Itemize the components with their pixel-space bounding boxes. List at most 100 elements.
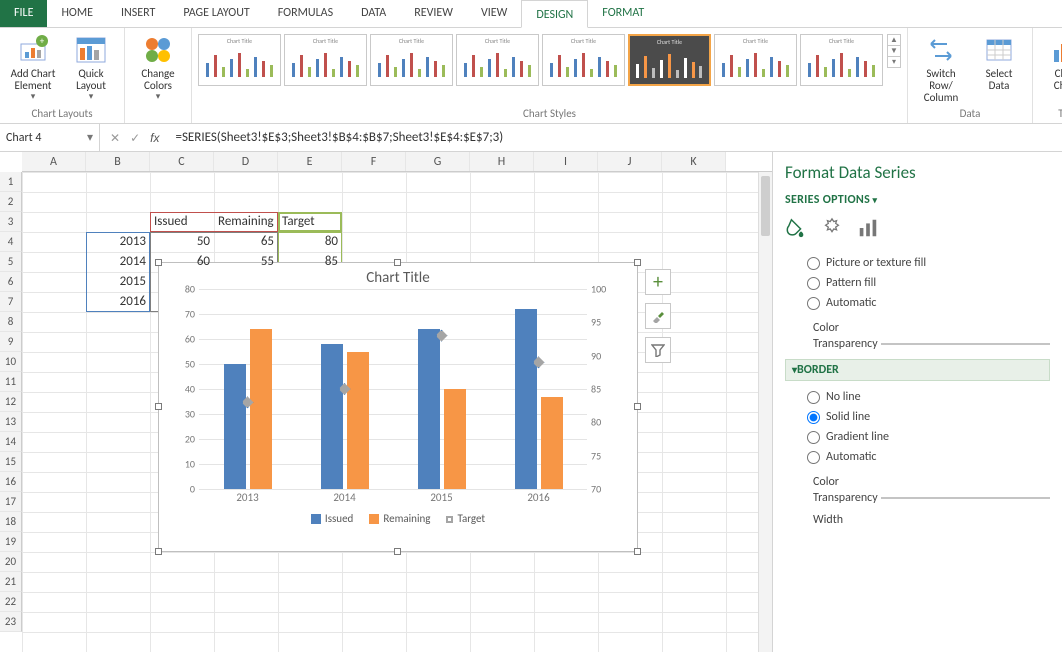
cell[interactable]: 2015 [86,272,150,292]
row-header[interactable]: 14 [0,432,22,452]
row-header[interactable]: 21 [0,572,22,592]
resize-handle[interactable] [155,548,162,555]
row-header[interactable]: 6 [0,272,22,292]
tab-file[interactable]: FILE [0,0,47,27]
row-header[interactable]: 12 [0,392,22,412]
row-header[interactable]: 13 [0,412,22,432]
category-label[interactable]: 2016 [490,491,587,504]
border-transparency-slider[interactable]: Transparency [813,491,1050,505]
border-section-header[interactable]: BORDER [785,359,1050,381]
row-header[interactable]: 18 [0,512,22,532]
resize-handle[interactable] [634,403,641,410]
resize-handle[interactable] [155,403,162,410]
bar-remaining[interactable] [250,329,272,489]
chart-style-thumb[interactable]: Chart Title [284,34,367,86]
chart-style-thumb[interactable]: Chart Title [456,34,539,86]
row-header[interactable]: 5 [0,252,22,272]
column-header[interactable]: K [662,152,726,171]
primary-y-axis[interactable]: 01020304050607080 [169,289,197,489]
row-header[interactable]: 22 [0,592,22,612]
row-header[interactable]: 9 [0,332,22,352]
row-header[interactable]: 17 [0,492,22,512]
switch-row-column-button[interactable]: Switch Row/ Column [914,30,968,104]
cell[interactable]: 80 [278,232,342,252]
chart-style-thumb[interactable]: Chart Title [542,34,625,86]
name-box[interactable]: Chart 4▾ [0,124,100,151]
chevron-down-icon[interactable]: ▾ [87,130,93,145]
category-label[interactable]: 2014 [296,491,393,504]
border-automatic-option[interactable]: Automatic [785,447,1050,467]
resize-handle[interactable] [634,259,641,266]
category-axis[interactable]: 2013201420152016 [199,491,587,504]
formula-input[interactable]: =SERIES(Sheet3!$E$3;Sheet3!$B$4:$B$7;She… [169,130,1062,145]
effects-category-icon[interactable] [821,217,843,239]
column-headers[interactable]: ABCDEFGHIJK [22,152,772,172]
column-header[interactable]: D [214,152,278,171]
tab-home[interactable]: HOME [47,0,107,27]
select-data-button[interactable]: Select Data [972,30,1026,92]
chart-style-thumb[interactable]: Chart Title [198,34,281,86]
row-header[interactable]: 11 [0,372,22,392]
worksheet[interactable]: ABCDEFGHIJK Chart Title 0102030405060708… [0,152,772,652]
bar-issued[interactable] [321,344,343,489]
fx-icon[interactable]: fx [150,131,159,145]
row-header[interactable]: 7 [0,292,22,312]
row-header[interactable]: 20 [0,552,22,572]
add-chart-element-button[interactable]: + Add Chart Element [6,30,60,102]
cell[interactable]: Target [278,212,342,232]
cancel-formula-icon[interactable]: ✕ [110,131,120,145]
chart-style-thumb[interactable]: Chart Title [800,34,883,86]
scrollbar-thumb[interactable] [761,176,770,236]
bar-issued[interactable] [515,309,537,489]
chart-style-thumb[interactable]: Chart Title [628,34,711,86]
row-header[interactable]: 23 [0,612,22,632]
tab-formulas[interactable]: FORMULAS [264,0,347,27]
row-header[interactable]: 2 [0,192,22,212]
chart-style-gallery[interactable]: Chart TitleChart TitleChart TitleChart T… [198,30,883,86]
bar-remaining[interactable] [541,397,563,490]
cell[interactable]: 85 [278,252,342,272]
cell[interactable]: Issued [150,212,214,232]
chart-filters-flyout[interactable] [645,337,671,363]
chart-styles-flyout[interactable] [645,303,671,329]
fill-line-category-icon[interactable] [785,217,807,239]
change-colors-button[interactable]: Change Colors [131,30,185,102]
cell[interactable]: 65 [214,232,278,252]
chart-legend[interactable]: Issued Remaining Target [159,504,637,525]
vertical-scrollbar[interactable] [758,172,772,652]
cell[interactable]: 2016 [86,292,150,312]
cell[interactable]: 2014 [86,252,150,272]
column-header[interactable]: A [22,152,86,171]
series-options-header[interactable]: SERIES OPTIONS [785,193,1050,207]
column-header[interactable]: H [470,152,534,171]
tab-view[interactable]: VIEW [467,0,521,27]
tab-design[interactable]: DESIGN [521,0,588,28]
column-header[interactable]: B [86,152,150,171]
tab-format[interactable]: FORMAT [588,0,658,27]
resize-handle[interactable] [394,259,401,266]
border-gradient-option[interactable]: Gradient line [785,427,1050,447]
bar-remaining[interactable] [347,352,369,490]
row-header[interactable]: 1 [0,172,22,192]
row-header[interactable]: 16 [0,472,22,492]
series-options-category-icon[interactable] [857,217,879,239]
category-label[interactable]: 2013 [199,491,296,504]
change-chart-type-button[interactable]: Chan Chart [1039,30,1062,92]
row-header[interactable]: 8 [0,312,22,332]
quick-layout-button[interactable]: Quick Layout [64,30,118,102]
secondary-y-axis[interactable]: 707580859095100 [589,289,625,489]
bar-remaining[interactable] [444,389,466,489]
cell[interactable]: 60 [150,252,214,272]
fill-transparency-slider[interactable]: Transparency [813,337,1050,351]
fill-pattern-option[interactable]: Pattern fill [785,273,1050,293]
column-header[interactable]: G [406,152,470,171]
legend-target[interactable]: Target [446,512,485,525]
bar-issued[interactable] [418,329,440,489]
accept-formula-icon[interactable]: ✓ [130,131,140,145]
column-header[interactable]: E [278,152,342,171]
tab-insert[interactable]: INSERT [107,0,169,27]
fill-picture-option[interactable]: Picture or texture fill [785,253,1050,273]
chart-style-thumb[interactable]: Chart Title [714,34,797,86]
chart-style-thumb[interactable]: Chart Title [370,34,453,86]
category-label[interactable]: 2015 [393,491,490,504]
